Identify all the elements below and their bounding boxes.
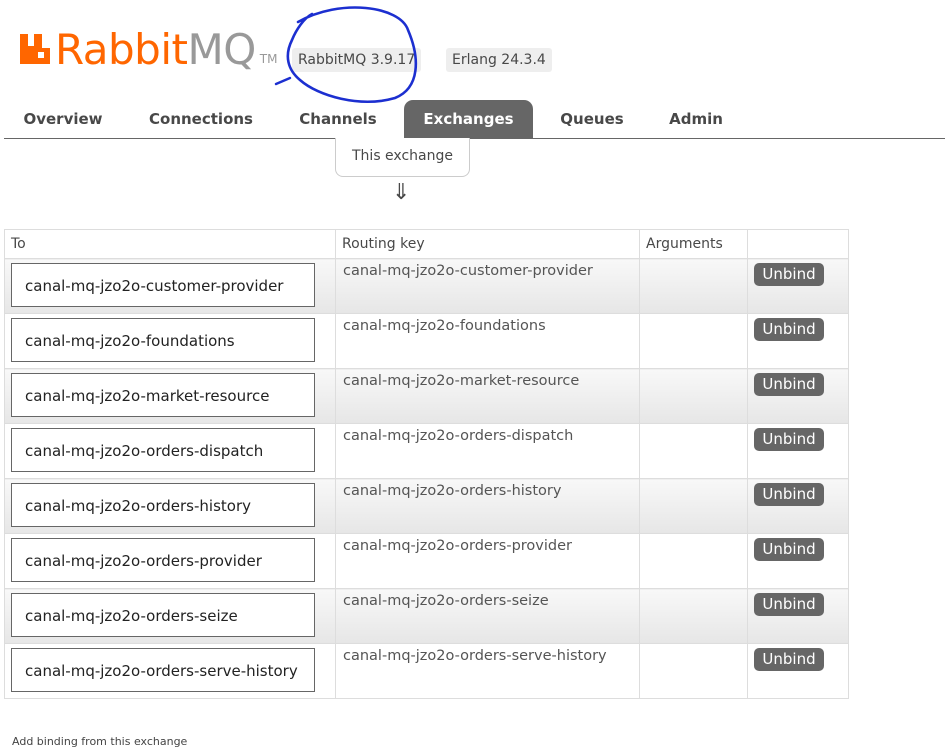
table-row: canal-mq-jzo2o-orders-provider canal-mq-…: [4, 533, 849, 589]
unbind-button[interactable]: Unbind: [754, 428, 824, 451]
unbind-button[interactable]: Unbind: [754, 318, 824, 341]
tab-queues[interactable]: Queues: [544, 100, 640, 138]
rabbitmq-logo-icon: [20, 34, 50, 64]
queue-link[interactable]: canal-mq-jzo2o-foundations: [11, 318, 315, 362]
routing-key: canal-mq-jzo2o-foundations: [343, 318, 546, 334]
tab-overview[interactable]: Overview: [4, 100, 122, 138]
table-row: canal-mq-jzo2o-orders-history canal-mq-j…: [4, 478, 849, 534]
tab-channels[interactable]: Channels: [280, 100, 396, 138]
rabbitmq-logo: RabbitMQ TM: [18, 28, 277, 72]
table-row: canal-mq-jzo2o-orders-seize canal-mq-jzo…: [4, 588, 849, 644]
header-routing-key: Routing key: [335, 229, 640, 259]
logo-trademark: TM: [259, 52, 278, 66]
rabbitmq-version-badge: RabbitMQ 3.9.17: [292, 48, 422, 72]
routing-key: canal-mq-jzo2o-orders-dispatch: [343, 428, 574, 444]
routing-key: canal-mq-jzo2o-orders-provider: [343, 538, 572, 554]
table-header-row: To Routing key Arguments: [4, 229, 849, 259]
table-row: canal-mq-jzo2o-customer-provider canal-m…: [4, 258, 849, 314]
erlang-version-badge: Erlang 24.3.4: [446, 48, 552, 72]
queue-link[interactable]: canal-mq-jzo2o-market-resource: [11, 373, 315, 417]
unbind-button[interactable]: Unbind: [754, 483, 824, 506]
header-actions: [747, 229, 849, 259]
logo-wordmark: RabbitMQ: [55, 25, 256, 74]
routing-key: canal-mq-jzo2o-customer-provider: [343, 263, 593, 279]
tab-connections[interactable]: Connections: [132, 100, 270, 138]
table-row: canal-mq-jzo2o-foundations canal-mq-jzo2…: [4, 313, 849, 369]
add-binding-heading: Add binding from this exchange: [12, 735, 188, 748]
bindings-table: To Routing key Arguments canal-mq-jzo2o-…: [4, 229, 849, 699]
down-arrow-icon: ⇓: [392, 180, 411, 205]
table-row: canal-mq-jzo2o-market-resource canal-mq-…: [4, 368, 849, 424]
tab-exchanges[interactable]: Exchanges: [404, 100, 533, 138]
table-row: canal-mq-jzo2o-orders-serve-history cana…: [4, 643, 849, 699]
queue-link[interactable]: canal-mq-jzo2o-orders-history: [11, 483, 315, 527]
table-row: canal-mq-jzo2o-orders-dispatch canal-mq-…: [4, 423, 849, 479]
unbind-button[interactable]: Unbind: [754, 263, 824, 286]
unbind-button[interactable]: Unbind: [754, 648, 824, 671]
queue-link[interactable]: canal-mq-jzo2o-customer-provider: [11, 263, 315, 307]
queue-link[interactable]: canal-mq-jzo2o-orders-provider: [11, 538, 315, 582]
queue-link[interactable]: canal-mq-jzo2o-orders-seize: [11, 593, 315, 637]
routing-key: canal-mq-jzo2o-orders-history: [343, 483, 562, 499]
unbind-button[interactable]: Unbind: [754, 593, 824, 616]
routing-key: canal-mq-jzo2o-market-resource: [343, 373, 580, 389]
main-nav: Overview Connections Channels Exchanges …: [4, 100, 945, 139]
unbind-button[interactable]: Unbind: [754, 538, 824, 561]
queue-link[interactable]: canal-mq-jzo2o-orders-serve-history: [11, 648, 315, 692]
header-arguments: Arguments: [639, 229, 748, 259]
unbind-button[interactable]: Unbind: [754, 373, 824, 396]
header-to: To: [4, 229, 336, 259]
this-exchange-box: This exchange: [335, 138, 470, 177]
tab-admin[interactable]: Admin: [650, 100, 742, 138]
queue-link[interactable]: canal-mq-jzo2o-orders-dispatch: [11, 428, 315, 472]
routing-key: canal-mq-jzo2o-orders-seize: [343, 593, 549, 609]
routing-key: canal-mq-jzo2o-orders-serve-history: [343, 648, 607, 664]
